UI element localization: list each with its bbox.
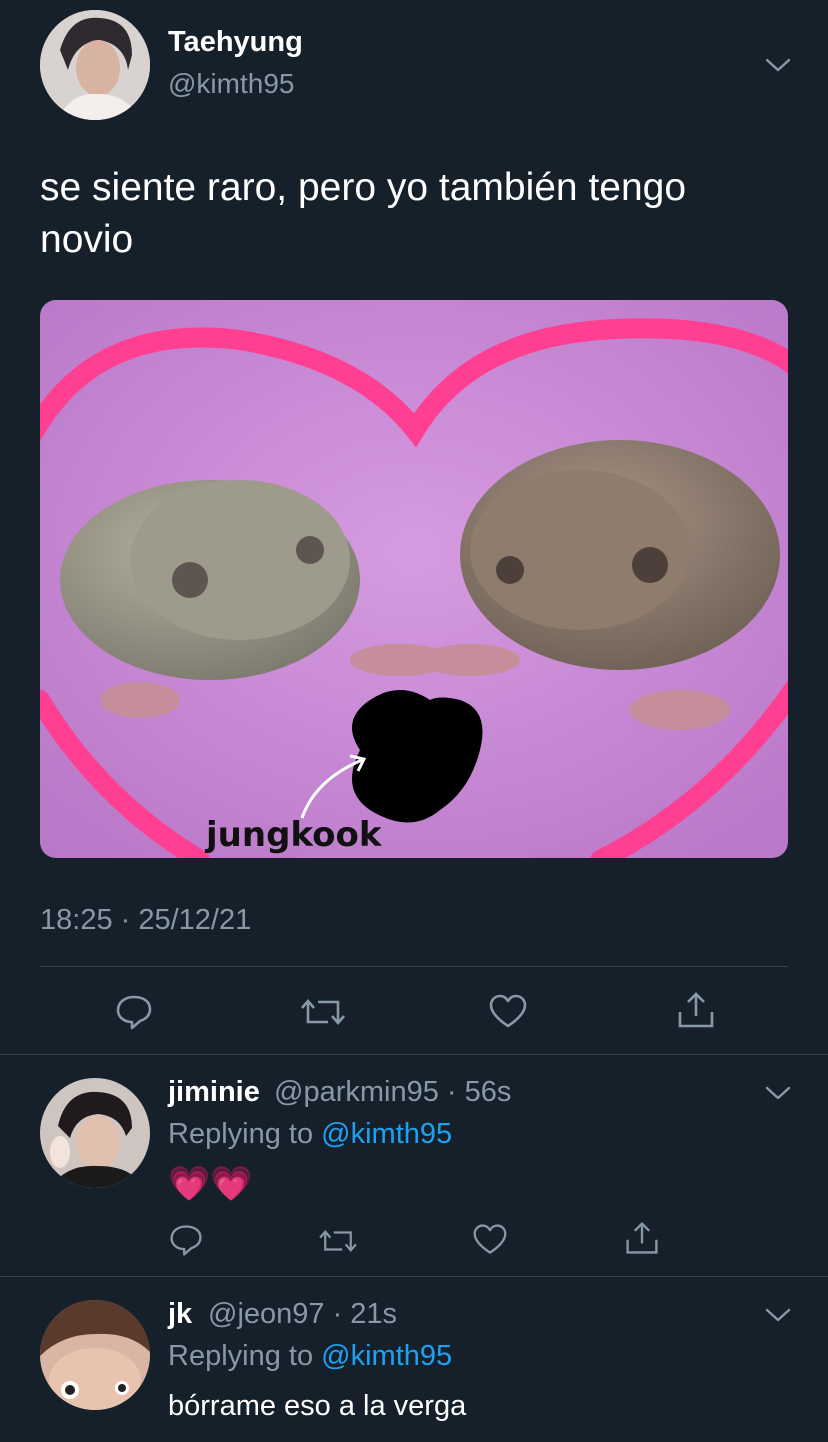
author-handle[interactable]: @kimth95	[168, 68, 294, 100]
share-icon[interactable]	[676, 990, 716, 1030]
share-icon[interactable]	[624, 1220, 660, 1256]
reply-name[interactable]: jiminie	[168, 1076, 260, 1109]
tweet-image[interactable]: jungkook	[40, 300, 788, 858]
image-caption: jungkook	[204, 815, 383, 855]
reply-text: 💗💗	[168, 1165, 253, 1203]
chevron-down-icon[interactable]	[764, 1084, 792, 1102]
reply-avatar[interactable]	[40, 1300, 150, 1410]
reply-handle-time[interactable]: @jeon97 · 21s	[208, 1298, 397, 1331]
reply-name[interactable]: jk	[168, 1298, 192, 1331]
chevron-down-icon[interactable]	[764, 1306, 792, 1324]
reply-text: bórrame eso a la verga	[168, 1390, 467, 1422]
replying-prefix: Replying to	[168, 1340, 322, 1372]
author-avatar[interactable]	[40, 10, 150, 120]
tweet-timestamp[interactable]: 18:25 · 25/12/21	[40, 904, 251, 937]
divider	[0, 1054, 828, 1055]
retweet-icon[interactable]	[300, 992, 346, 1032]
tweet-text: se siente raro, pero yo también tengo no…	[40, 166, 687, 261]
reply-icon[interactable]	[114, 992, 154, 1032]
reply-avatar[interactable]	[40, 1078, 150, 1188]
chevron-down-icon[interactable]	[764, 56, 792, 74]
divider	[0, 1276, 828, 1277]
author-name[interactable]: Taehyung	[168, 26, 303, 59]
replying-prefix: Replying to	[168, 1118, 322, 1150]
replying-mention[interactable]: @kimth95	[321, 1118, 452, 1150]
reply-handle-time[interactable]: @parkmin95 · 56s	[274, 1076, 511, 1109]
replying-mention[interactable]: @kimth95	[321, 1340, 452, 1372]
like-icon[interactable]	[488, 992, 528, 1032]
like-icon[interactable]	[472, 1222, 508, 1258]
replying-to: Replying to @kimth95	[168, 1340, 452, 1373]
retweet-icon[interactable]	[318, 1224, 358, 1258]
replying-to: Replying to @kimth95	[168, 1118, 452, 1151]
reply-icon[interactable]	[168, 1222, 204, 1258]
divider	[40, 966, 788, 967]
